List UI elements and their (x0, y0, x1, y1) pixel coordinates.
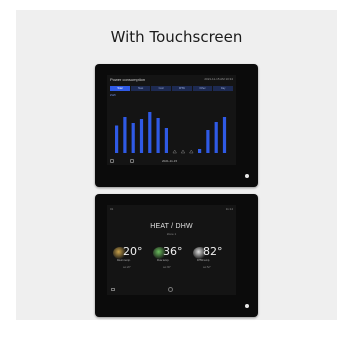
screen-title: HEAT / DHW (150, 223, 193, 230)
chart-bar (222, 117, 227, 153)
card-title: With Touchscreen (110, 28, 243, 46)
chart-bar (206, 130, 210, 153)
consumption-bar-chart (115, 112, 227, 154)
tile-value: 82° (203, 245, 223, 258)
dhw-temp-tile[interactable]: 82° DHW temp. set 52° (193, 245, 231, 273)
product-option-card: With Touchscreen Power consumption 2021-… (16, 10, 337, 320)
chart-empty-marker (172, 149, 177, 154)
room-temp-tile[interactable]: 20° Room temp. set 20° (113, 245, 151, 273)
power-icon[interactable] (168, 287, 173, 292)
home-icon[interactable] (110, 159, 114, 163)
tile-label: Flow temp. (157, 259, 170, 262)
heat-dhw-screen: 01 11:14 HEAT / DHW Zone 1 20° Room temp… (107, 205, 236, 295)
chart-bar (148, 112, 152, 153)
screen-subtitle: Zone 1 (166, 232, 177, 236)
touchscreen-device-heat[interactable]: 01 11:14 HEAT / DHW Zone 1 20° Room temp… (95, 194, 258, 317)
power-led-icon (245, 174, 249, 178)
screen-footer: 2021-11-15 (110, 157, 233, 163)
tile-setpoint: set 20° (123, 266, 131, 269)
chart-bar (156, 118, 160, 153)
back-icon[interactable] (130, 159, 134, 163)
zone-number: 01 (110, 207, 114, 211)
flow-temp-tile[interactable]: 36° Flow temp. set 36° (153, 245, 191, 273)
chart-empty-marker (180, 149, 186, 154)
chart-empty-marker (189, 149, 194, 154)
tile-label: Room temp. (117, 259, 131, 262)
chart-bar (139, 119, 144, 153)
touchscreen-device-power[interactable]: Power consumption 2021-11-15 AM 10:34 To… (95, 64, 258, 187)
tile-setpoint: set 36° (163, 266, 171, 269)
chart-bar (123, 117, 127, 153)
chart-bar (115, 125, 119, 153)
power-led-icon (245, 304, 249, 308)
tile-value: 20° (123, 245, 143, 258)
tile-label: DHW temp. (197, 259, 210, 262)
date-label: 2021-11-15 (162, 159, 178, 163)
chart-bar (198, 149, 202, 153)
chart-bar (164, 128, 168, 153)
tile-setpoint: set 52° (203, 266, 211, 269)
tile-value: 36° (163, 245, 183, 258)
chart-bar (131, 123, 135, 153)
screen-clock: 11:14 (225, 207, 233, 211)
chart-bar (214, 122, 218, 153)
menu-icon[interactable] (111, 288, 115, 291)
power-consumption-screen: Power consumption 2021-11-15 AM 10:34 To… (107, 75, 236, 165)
